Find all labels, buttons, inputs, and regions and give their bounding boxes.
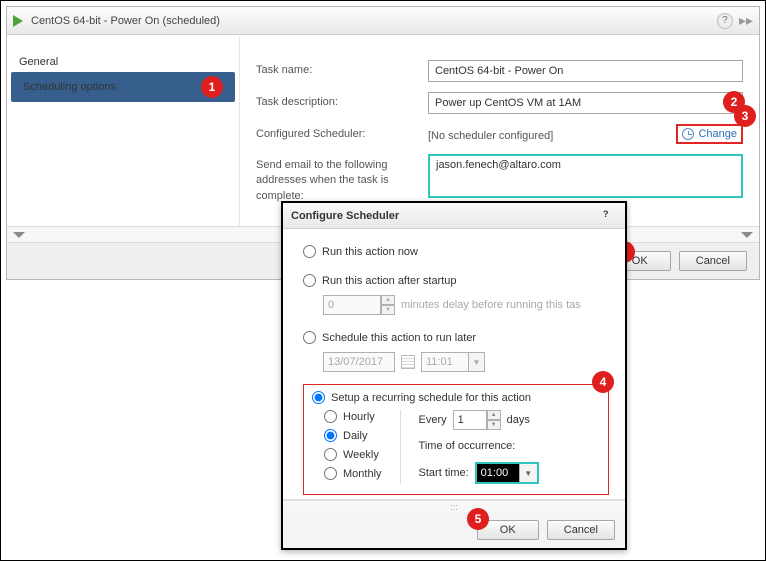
email-input[interactable]: [428, 154, 743, 198]
spinner-up-icon[interactable]: ▲: [381, 295, 395, 305]
radio-run-later[interactable]: [303, 331, 316, 344]
task-desc-input[interactable]: [428, 92, 743, 114]
help-icon[interactable]: ?: [603, 209, 617, 223]
delay-minutes-input[interactable]: [323, 295, 381, 315]
dialog-scrollbar[interactable]: :::: [283, 500, 625, 512]
label-delay-suffix: minutes delay before running this tas: [401, 299, 581, 311]
form-area: Task name: Task description: 2 Configure…: [239, 36, 759, 226]
sidebar-item-label: General: [19, 56, 58, 68]
label-every-unit: days: [507, 414, 530, 426]
label-run-after-startup: Run this action after startup: [322, 275, 457, 287]
spinner-down-icon[interactable]: ▼: [381, 305, 395, 315]
change-link[interactable]: Change: [698, 128, 737, 140]
power-on-icon: [13, 15, 23, 27]
window-title: CentOS 64-bit - Power On (scheduled): [31, 15, 220, 27]
scheduler-value: [No scheduler configured]: [428, 126, 553, 142]
forward-icon[interactable]: ▸▸: [739, 12, 753, 29]
start-time-input[interactable]: [477, 464, 519, 482]
dropdown-icon[interactable]: ▼: [519, 464, 537, 482]
label-task-desc: Task description:: [256, 92, 428, 108]
later-date-input[interactable]: [323, 352, 395, 372]
cancel-button-main[interactable]: Cancel: [679, 251, 747, 271]
spinner-down-icon[interactable]: ▼: [487, 420, 501, 430]
annotation-4: 4: [592, 371, 614, 393]
cancel-button-dialog[interactable]: Cancel: [547, 520, 615, 540]
clock-icon: [682, 128, 694, 140]
label-run-later: Schedule this action to run later: [322, 332, 476, 344]
label-scheduler: Configured Scheduler:: [256, 124, 428, 140]
radio-run-now[interactable]: [303, 245, 316, 258]
sidebar: General Scheduling options 1: [7, 36, 239, 226]
radio-hourly[interactable]: [324, 410, 337, 423]
radio-daily[interactable]: [324, 429, 337, 442]
spinner-up-icon[interactable]: ▲: [487, 410, 501, 420]
sidebar-item-label: Scheduling options: [23, 81, 116, 93]
sidebar-item-scheduling-options[interactable]: Scheduling options 1: [11, 72, 235, 102]
calendar-icon[interactable]: [401, 355, 415, 369]
label-email: Send email to the following addresses wh…: [256, 154, 428, 204]
task-name-input[interactable]: [428, 60, 743, 82]
radio-recurring[interactable]: [312, 391, 325, 404]
label-every: Every: [419, 414, 447, 426]
label-recurring: Setup a recurring schedule for this acti…: [331, 392, 531, 404]
recurring-section: 4 Setup a recurring schedule for this ac…: [303, 384, 609, 495]
titlebar: CentOS 64-bit - Power On (scheduled) ? ▸…: [7, 7, 759, 35]
radio-monthly[interactable]: [324, 467, 337, 480]
every-value-input[interactable]: [453, 410, 487, 430]
configure-scheduler-dialog: Configure Scheduler ? Run this action no…: [281, 201, 627, 550]
sidebar-item-general[interactable]: General: [7, 52, 239, 72]
help-icon[interactable]: ?: [717, 13, 733, 29]
annotation-3: 3: [734, 105, 756, 127]
label-occurrence: Time of occurrence:: [419, 440, 539, 452]
radio-run-after-startup[interactable]: [303, 274, 316, 287]
later-time-input[interactable]: [422, 353, 468, 371]
label-task-name: Task name:: [256, 60, 428, 76]
radio-weekly[interactable]: [324, 448, 337, 461]
dropdown-icon[interactable]: ▼: [468, 353, 484, 371]
annotation-5: 5: [467, 508, 489, 530]
label-run-now: Run this action now: [322, 246, 418, 258]
annotation-1: 1: [201, 76, 223, 98]
label-start-time: Start time:: [419, 467, 469, 479]
dialog-footer: 5 OK Cancel: [283, 512, 625, 548]
dialog-title: Configure Scheduler ?: [283, 203, 625, 229]
